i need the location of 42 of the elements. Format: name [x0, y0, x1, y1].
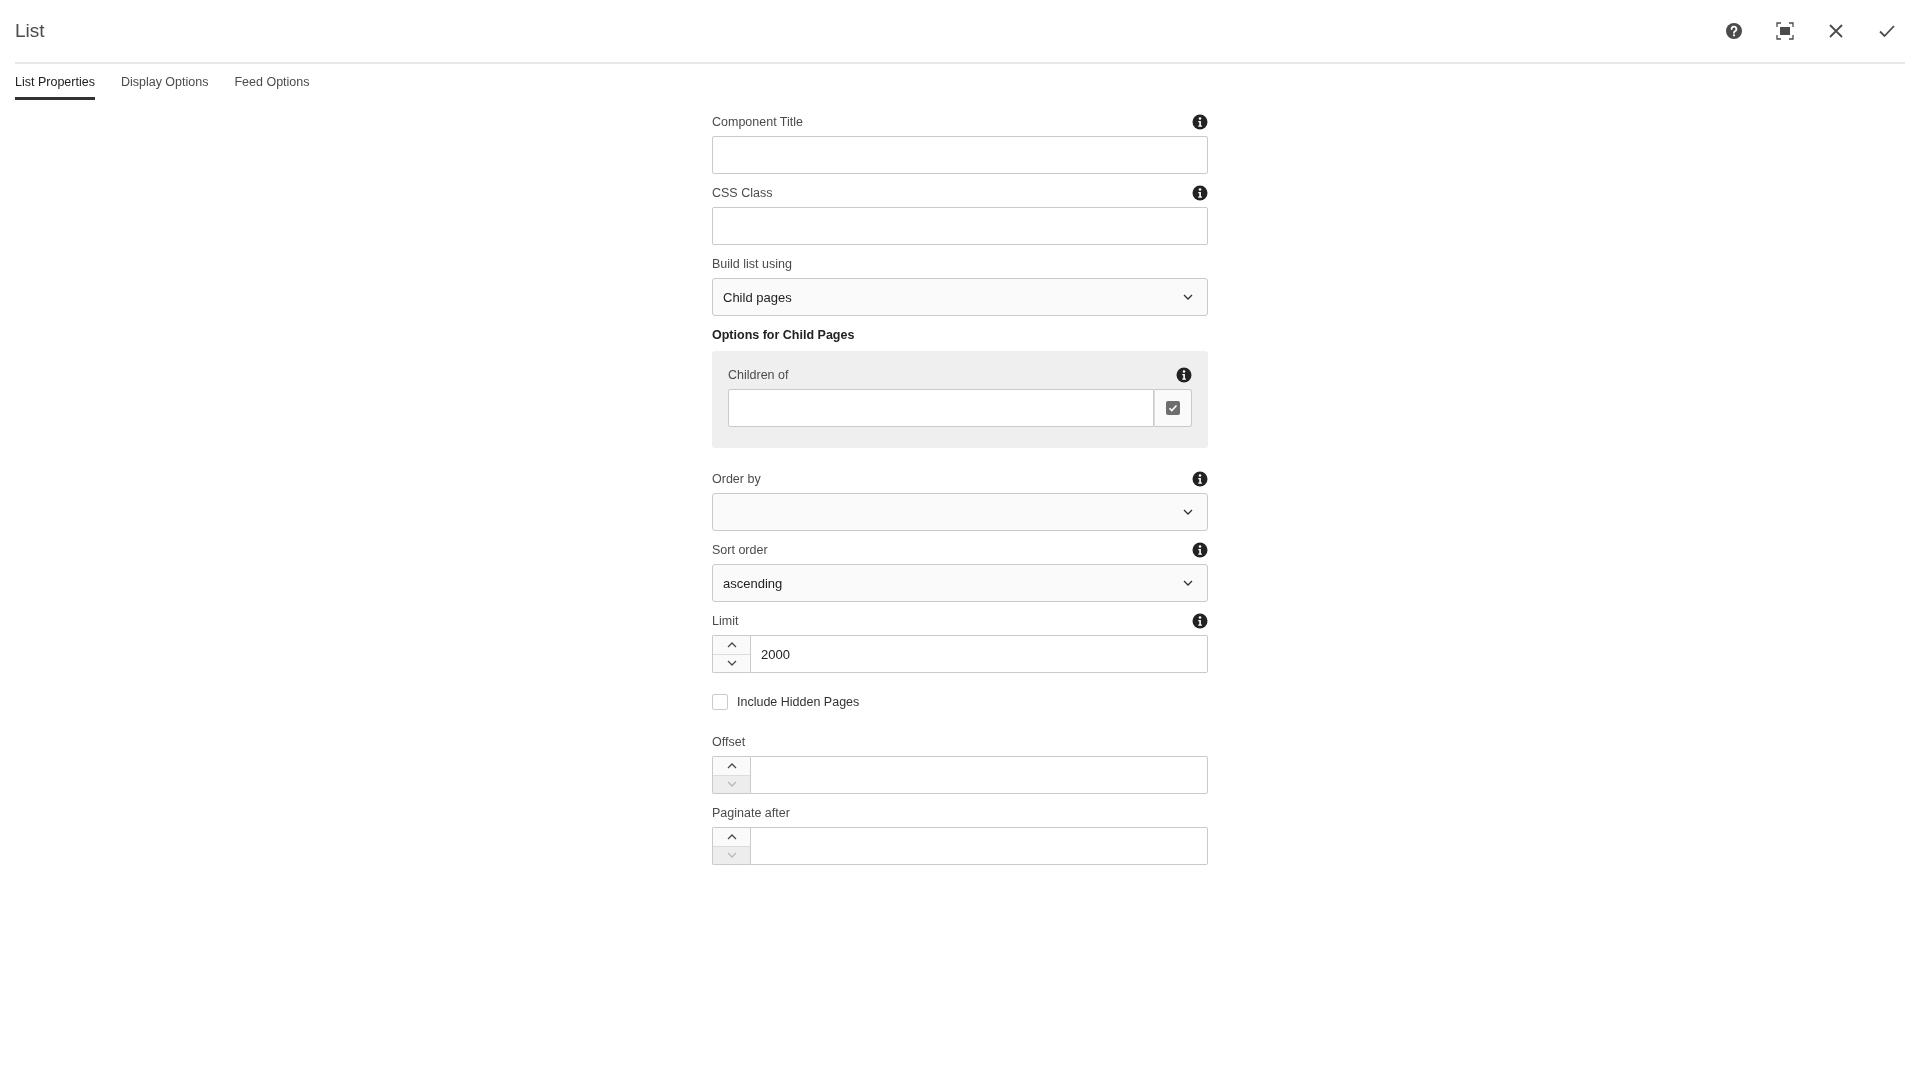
number-field[interactable] — [750, 756, 1208, 794]
chevron-down-icon — [1183, 580, 1193, 586]
field-label: Build list using — [712, 257, 792, 271]
field-label: Component Title — [712, 115, 804, 129]
dropdown[interactable]: Child pages — [712, 278, 1208, 316]
text-field[interactable] — [712, 136, 1208, 174]
step-up-button[interactable] — [713, 757, 750, 775]
chevron-down-icon — [726, 660, 737, 667]
chevron-down-icon — [726, 781, 737, 788]
help-icon — [1725, 22, 1743, 40]
field-label: Children of — [728, 368, 789, 382]
chevron-down-icon — [1183, 509, 1193, 515]
field-label: CSS Class — [712, 186, 773, 200]
field-label: Offset — [712, 735, 746, 749]
chevron-up-icon — [726, 833, 737, 840]
tab[interactable]: Feed Options — [234, 69, 310, 100]
dialog-title: List — [15, 20, 45, 42]
number-field[interactable] — [750, 827, 1208, 865]
field-label: Order by — [712, 472, 761, 486]
checkbox-icon — [1166, 401, 1180, 415]
checkbox-label: Include Hidden Pages — [737, 695, 860, 709]
fullscreen-icon — [1776, 22, 1794, 40]
chevron-down-icon — [1183, 294, 1193, 300]
section-heading: Options for Child Pages — [712, 328, 855, 342]
step-up-button[interactable] — [713, 636, 750, 654]
dropdown[interactable]: ascending — [712, 564, 1208, 602]
number-field[interactable]: 2000 — [750, 635, 1208, 673]
browse-button[interactable] — [1154, 389, 1192, 427]
chevron-down-icon — [726, 852, 737, 859]
field-label: Sort order — [712, 543, 768, 557]
text-field[interactable] — [712, 207, 1208, 245]
field-label: Limit — [712, 614, 739, 628]
dropdown[interactable] — [712, 493, 1208, 531]
chevron-up-icon — [726, 641, 737, 648]
checkbox[interactable] — [712, 694, 728, 710]
chevron-up-icon — [726, 762, 737, 769]
close-icon — [1827, 22, 1845, 40]
step-up-button[interactable] — [713, 828, 750, 846]
path-field[interactable] — [728, 389, 1154, 427]
tab[interactable]: List Properties — [15, 69, 95, 100]
field-label: Paginate after — [712, 806, 790, 820]
tab[interactable]: Display Options — [120, 69, 209, 100]
